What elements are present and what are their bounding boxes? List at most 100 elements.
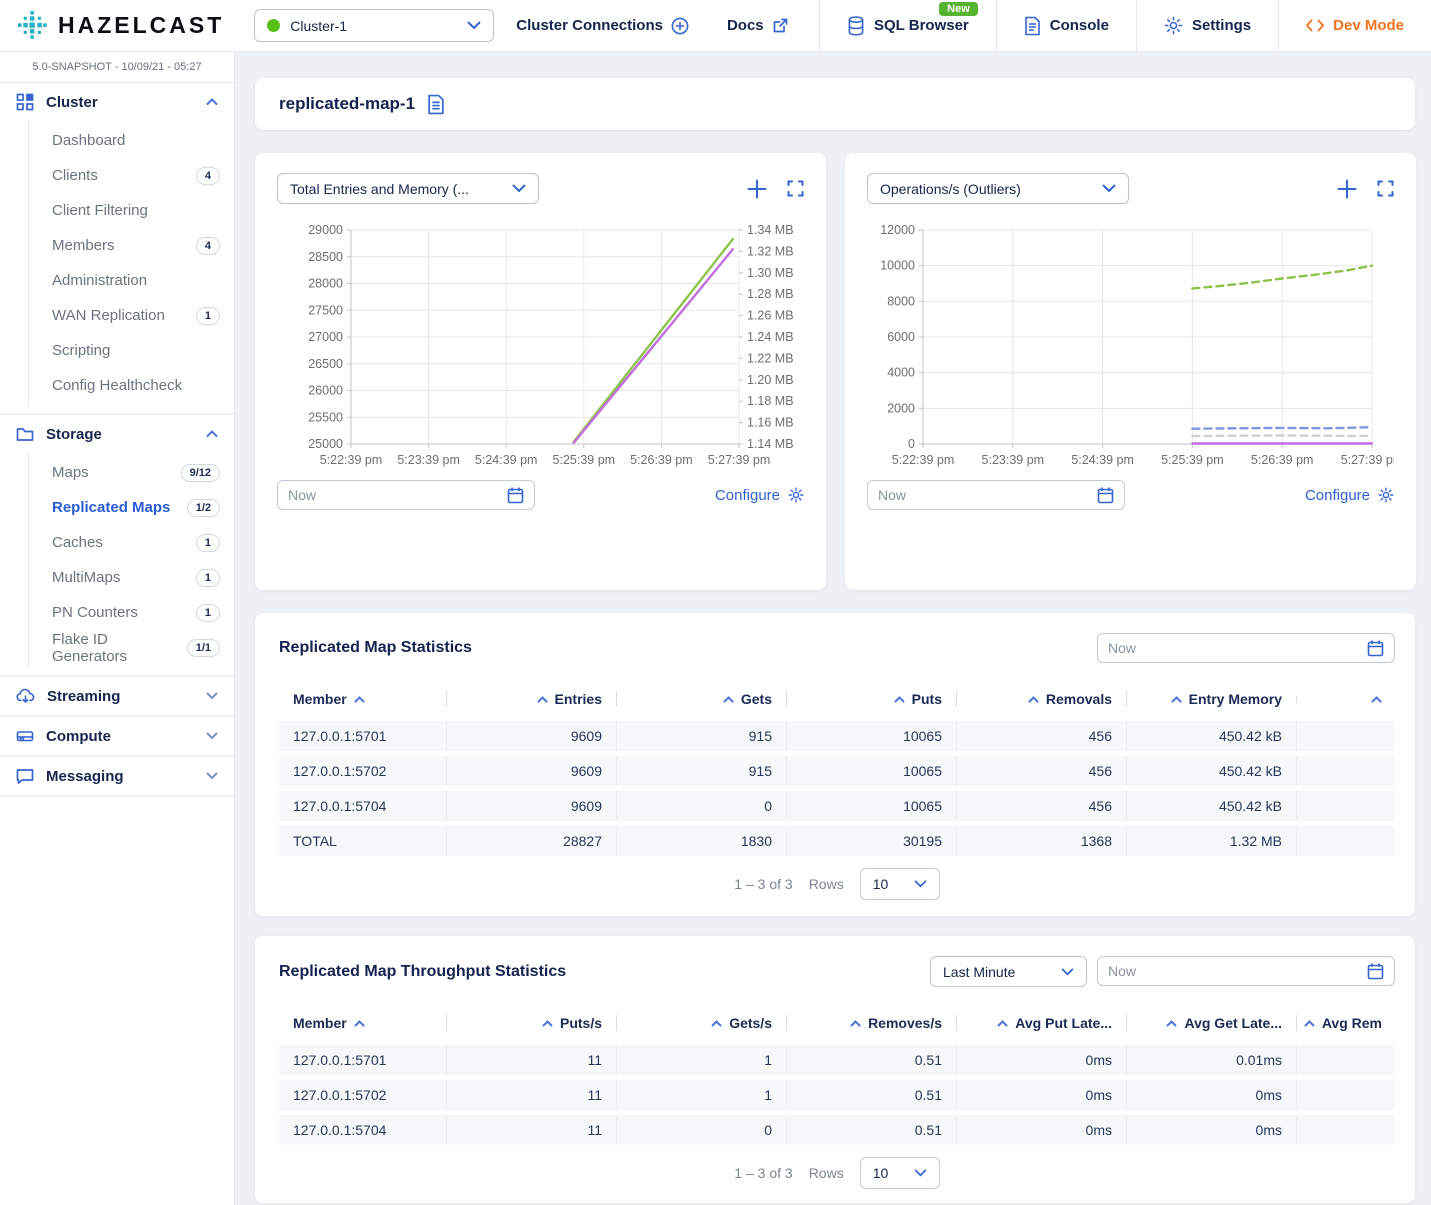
console-label: Console [1050,17,1109,34]
fullscreen-icon[interactable] [1377,180,1394,197]
add-chart-icon[interactable] [1337,179,1357,199]
column-header-removals[interactable]: Removals [956,691,1126,707]
dev-mode-toggle[interactable]: Dev Mode [1278,0,1431,52]
header-actions: New SQL Browser Console Settings [819,0,1431,52]
map-config-document-icon[interactable] [427,94,445,115]
interval-select[interactable]: Last Minute [930,956,1087,987]
value-cell: 9609 [446,756,616,786]
value-cell: 0ms [1126,1080,1296,1110]
table-row[interactable]: 127.0.0.1:5701960991510065456450.42 kB [279,721,1395,751]
cluster-selector[interactable]: Cluster-1 [254,9,494,42]
value-cell [1296,1080,1396,1110]
page-title-card: replicated-map-1 [255,78,1415,130]
svg-text:10000: 10000 [880,259,915,273]
sql-browser-button[interactable]: New SQL Browser [819,0,996,52]
settings-button[interactable]: Settings [1136,0,1278,52]
column-header-avg-get-late[interactable]: Avg Get Late... [1126,1015,1296,1031]
table-header-row: MemberPuts/sGets/sRemoves/sAvg Put Late.… [279,1011,1395,1035]
docs-link[interactable]: Docs [727,17,789,34]
sidebar-item-config-healthcheck[interactable]: Config Healthcheck [0,368,234,403]
table-row[interactable]: TOTAL2882718303019513681.32 MB [279,826,1395,856]
column-header-avg-rem[interactable]: Avg Rem [1296,1015,1396,1031]
add-chart-icon[interactable] [747,179,767,199]
settings-label: Settings [1192,17,1251,34]
page-size-select[interactable]: 10 [860,1157,940,1189]
configure-link[interactable]: Configure [1305,487,1394,504]
sidebar-item-dashboard[interactable]: Dashboard [0,123,234,158]
sidebar-item-client-filtering[interactable]: Client Filtering [0,193,234,228]
sidebar-item-maps[interactable]: Maps9/12 [0,455,234,490]
column-header-extra[interactable] [1296,696,1396,703]
hazelcast-management-center: HAZELCAST Cluster-1 Cluster Connections … [0,0,1431,1205]
sidebar-item-replicated-maps[interactable]: Replicated Maps1/2 [0,490,234,525]
sidebar-item-administration[interactable]: Administration [0,263,234,298]
column-header-gets-s[interactable]: Gets/s [616,1015,786,1031]
svg-text:26500: 26500 [308,357,343,371]
table-row[interactable]: 127.0.0.1:57021110.510ms0ms [279,1080,1395,1110]
series-memory [574,249,733,443]
member-cell: 127.0.0.1:5704 [279,1115,446,1145]
sidebar-section-toggle-compute[interactable]: Compute [0,717,234,755]
sidebar-section-compute: Compute [0,717,234,757]
sidebar-item-clients[interactable]: Clients4 [0,158,234,193]
sidebar-item-caches[interactable]: Caches1 [0,525,234,560]
gear-icon [1164,16,1183,35]
table-header-row: Member EntriesGets Puts RemovalsEntry Memor… [279,687,1395,711]
column-header-entries[interactable]: Entries [446,691,616,707]
column-header-removes-s[interactable]: Removes/s [786,1015,956,1031]
sidebar-item-scripting[interactable]: Scripting [0,333,234,368]
sidebar: 5.0-SNAPSHOT - 10/09/21 - 05:27 ClusterD… [0,52,235,1205]
sidebar-item-flake-id-generators[interactable]: Flake ID Generators1/1 [0,630,234,665]
column-header-member[interactable]: Member [279,1015,446,1031]
cloud-icon [16,688,35,704]
table-row[interactable]: 127.0.0.1:57041100.510ms0ms [279,1115,1395,1145]
table-row[interactable]: 127.0.0.1:5702960991510065456450.42 kB [279,756,1395,786]
entries-memory-chart[interactable]: 2900028500280002750027000265002600025500… [277,218,804,470]
column-header-gets[interactable]: Gets [616,691,786,707]
svg-text:1.20 MB: 1.20 MB [747,373,794,387]
sidebar-item-multimaps[interactable]: MultiMaps1 [0,560,234,595]
time-travel-input[interactable]: Now [1097,633,1395,663]
column-header-puts[interactable]: Puts [786,691,956,707]
sidebar-item-wan-replication[interactable]: WAN Replication1 [0,298,234,333]
sidebar-navigation: ClusterDashboardClients4Client Filtering… [0,83,234,797]
svg-text:1.18 MB: 1.18 MB [747,394,794,408]
column-header-entry-memory[interactable]: Entry Memory [1126,691,1296,707]
sidebar-item-label: Config Healthcheck [52,377,220,394]
fullscreen-icon[interactable] [787,180,804,197]
console-button[interactable]: Console [996,0,1136,52]
sidebar-item-pn-counters[interactable]: PN Counters1 [0,595,234,630]
header-nav: Cluster Connections Docs [516,17,788,35]
value-cell: 0ms [956,1045,1126,1075]
svg-text:2000: 2000 [887,401,915,415]
sidebar-section-toggle-storage[interactable]: Storage [0,415,234,453]
section-title: Replicated Map Throughput Statistics [279,963,566,981]
configure-link[interactable]: Configure [715,487,804,504]
value-cell [1296,721,1396,751]
sidebar-item-members[interactable]: Members4 [0,228,234,263]
page-size-select[interactable]: 10 [860,868,940,900]
value-cell: 915 [616,756,786,786]
table-row[interactable]: 127.0.0.1:57011110.510ms0.01ms [279,1045,1395,1075]
metric-select-value: Operations/s (Outliers) [880,181,1092,197]
sidebar-section-toggle-messaging[interactable]: Messaging [0,757,234,795]
value-cell: 450.42 kB [1126,791,1296,821]
sidebar-section-toggle-streaming[interactable]: Streaming [0,677,234,715]
column-header-label: Member [293,691,347,707]
column-header-label: Puts [912,691,942,707]
column-header-member[interactable]: Member [279,691,446,707]
metric-select[interactable]: Operations/s (Outliers) [867,173,1129,204]
time-travel-input[interactable]: Now [867,480,1125,510]
sidebar-section-toggle-cluster[interactable]: Cluster [0,83,234,121]
cluster-connections-link[interactable]: Cluster Connections [516,17,689,35]
metric-select[interactable]: Total Entries and Memory (... [277,173,539,204]
member-cell: 127.0.0.1:5704 [279,791,446,821]
svg-text:5:26:39 pm: 5:26:39 pm [630,453,693,467]
hazelcast-logo: HAZELCAST [0,11,224,41]
time-travel-input[interactable]: Now [1097,956,1395,986]
column-header-puts-s[interactable]: Puts/s [446,1015,616,1031]
column-header-avg-put-late[interactable]: Avg Put Late... [956,1015,1126,1031]
table-row[interactable]: 127.0.0.1:57049609010065456450.42 kB [279,791,1395,821]
operations-chart[interactable]: 1200010000800060004000200005:22:39 pm5:2… [867,218,1394,470]
time-travel-input[interactable]: Now [277,480,535,510]
